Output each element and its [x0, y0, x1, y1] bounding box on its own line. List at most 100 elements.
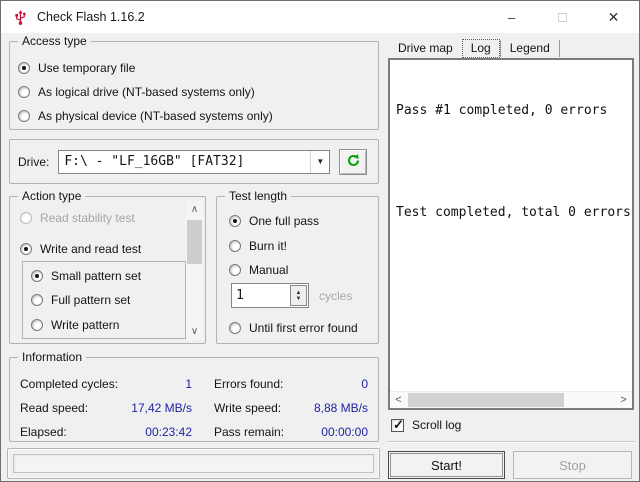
action-type-group: Action type Read stability test Write an… — [9, 189, 206, 344]
radio-until-first-error[interactable]: Until first error found — [221, 316, 379, 340]
radio-icon — [229, 264, 241, 276]
access-type-group: Access type Use temporary file As logica… — [9, 34, 379, 130]
cycles-input[interactable]: 1 ▲ ▼ — [231, 283, 309, 308]
radio-icon — [18, 110, 30, 122]
radio-write-and-read-test[interactable]: Write and read test — [12, 237, 182, 261]
info-label: Errors found: — [214, 377, 284, 391]
radio-icon — [229, 322, 241, 334]
scroll-up-icon[interactable]: ∧ — [186, 201, 203, 218]
drive-select[interactable]: F:\ - "LF_16GB" [FAT32] ▼ — [58, 149, 331, 174]
radio-label: As logical drive (NT-based systems only) — [38, 85, 255, 99]
radio-label: Small pattern set — [51, 269, 142, 283]
stop-button: Stop — [513, 451, 632, 479]
info-value: 1 — [185, 377, 192, 391]
scroll-down-icon[interactable]: ∨ — [186, 323, 203, 340]
cycles-stepper[interactable]: ▲ ▼ — [290, 285, 307, 306]
radio-label: Read stability test — [40, 211, 135, 225]
usb-icon — [12, 9, 29, 26]
radio-small-pattern-set[interactable]: Small pattern set — [23, 262, 185, 287]
radio-as-logical-drive[interactable]: As logical drive (NT-based systems only) — [10, 80, 378, 104]
stop-button-label: Stop — [559, 457, 586, 473]
radio-icon — [229, 215, 241, 227]
maximize-button — [537, 1, 588, 33]
spin-down-icon[interactable]: ▼ — [296, 296, 302, 302]
drive-selected-value: F:\ - "LF_16GB" [FAT32] — [64, 154, 245, 169]
tab-separator — [558, 40, 560, 57]
radio-burn-it[interactable]: Burn it! — [221, 234, 371, 258]
scroll-right-icon[interactable]: > — [615, 392, 632, 408]
drive-label: Drive: — [18, 154, 50, 169]
tab-log[interactable]: Log — [461, 39, 500, 58]
radio-icon — [31, 293, 43, 306]
radio-one-full-pass[interactable]: One full pass — [221, 209, 371, 233]
radio-icon — [31, 318, 43, 331]
scroll-left-icon[interactable]: < — [390, 392, 407, 408]
radio-label: One full pass — [249, 214, 320, 228]
refresh-icon — [346, 153, 361, 171]
log-horizontal-scrollbar[interactable]: < > — [390, 391, 632, 408]
radio-full-pattern-set[interactable]: Full pattern set — [23, 287, 185, 312]
cycles-row: 1 ▲ ▼ cycles — [231, 283, 352, 308]
action-type-scrollbar[interactable]: ∧ ∨ — [186, 201, 203, 340]
radio-as-physical-device[interactable]: As physical device (NT-based systems onl… — [10, 104, 378, 128]
window-controls: – ✕ — [486, 1, 639, 33]
close-button[interactable]: ✕ — [588, 1, 639, 33]
tab-legend[interactable]: Legend — [501, 39, 559, 58]
scrollbar-track[interactable] — [407, 392, 615, 408]
divider — [387, 441, 635, 443]
check-icon: ✓ — [393, 416, 404, 432]
radio-label: Use temporary file — [38, 61, 136, 75]
radio-label: Write and read test — [40, 242, 142, 256]
radio-label: Until first error found — [249, 321, 358, 335]
pattern-set-frame: Small pattern set Full pattern set Write… — [22, 261, 186, 339]
scrollbar-thumb[interactable] — [408, 393, 564, 407]
radio-use-temporary-file[interactable]: Use temporary file — [10, 56, 378, 80]
log-text: Pass #1 completed, 0 errors Test complet… — [390, 60, 632, 391]
radio-manual[interactable]: Manual — [221, 258, 371, 282]
refresh-drives-button[interactable] — [339, 148, 368, 175]
radio-write-pattern[interactable]: Write pattern — [23, 312, 185, 337]
drive-group: Drive: F:\ - "LF_16GB" [FAT32] ▼ — [9, 139, 379, 184]
test-length-group: Test length One full pass Burn it! Manua… — [216, 189, 379, 344]
radio-read-stability-test: Read stability test — [12, 206, 182, 230]
tab-label: Drive map — [398, 41, 453, 55]
chevron-down-icon: ▼ — [316, 157, 325, 166]
radio-icon — [229, 240, 241, 252]
client-area: Access type Use temporary file As logica… — [1, 33, 639, 481]
group-title: Access type — [18, 34, 91, 48]
close-icon: ✕ — [607, 8, 620, 25]
radio-icon — [20, 212, 32, 224]
scrollbar-track[interactable] — [186, 218, 203, 323]
minimize-button[interactable]: – — [486, 1, 537, 33]
maximize-icon — [558, 12, 567, 22]
log-line: Test completed, total 0 errors — [396, 205, 631, 220]
tabstrip: Drive map Log Legend — [389, 38, 560, 59]
radio-label: As physical device (NT-based systems onl… — [38, 109, 273, 123]
titlebar[interactable]: Check Flash 1.16.2 – ✕ — [1, 1, 639, 33]
log-panel: Pass #1 completed, 0 errors Test complet… — [388, 58, 634, 410]
information-group: Information Completed cycles: 1 Errors f… — [9, 350, 379, 444]
group-title: Information — [18, 350, 87, 364]
radio-icon — [20, 243, 32, 255]
tab-label: Log — [470, 41, 491, 55]
progress-bar — [13, 454, 374, 473]
radio-icon — [18, 62, 30, 74]
info-value: 0 — [361, 377, 368, 391]
start-button[interactable]: Start! — [388, 451, 505, 479]
dropdown-button[interactable]: ▼ — [310, 150, 330, 173]
cycles-value: 1 — [236, 288, 244, 303]
app-window: Check Flash 1.16.2 – ✕ Access type Use t… — [0, 0, 640, 482]
radio-label: Burn it! — [249, 239, 288, 253]
radio-icon — [31, 270, 43, 282]
checkbox-icon: ✓ — [391, 416, 404, 432]
tab-label: Legend — [509, 41, 550, 55]
tab-drive-map[interactable]: Drive map — [389, 39, 462, 58]
window-title: Check Flash 1.16.2 — [37, 10, 145, 24]
scroll-log-checkbox[interactable]: ✓ Scroll log — [391, 416, 461, 434]
information-grid: Completed cycles: 1 Errors found: 0 Read… — [10, 358, 378, 444]
scrollbar-thumb[interactable] — [187, 220, 202, 264]
log-line: Pass #1 completed, 0 errors — [396, 103, 608, 118]
info-value: 00:23:42 — [145, 425, 192, 439]
info-label: Completed cycles: — [20, 377, 119, 391]
